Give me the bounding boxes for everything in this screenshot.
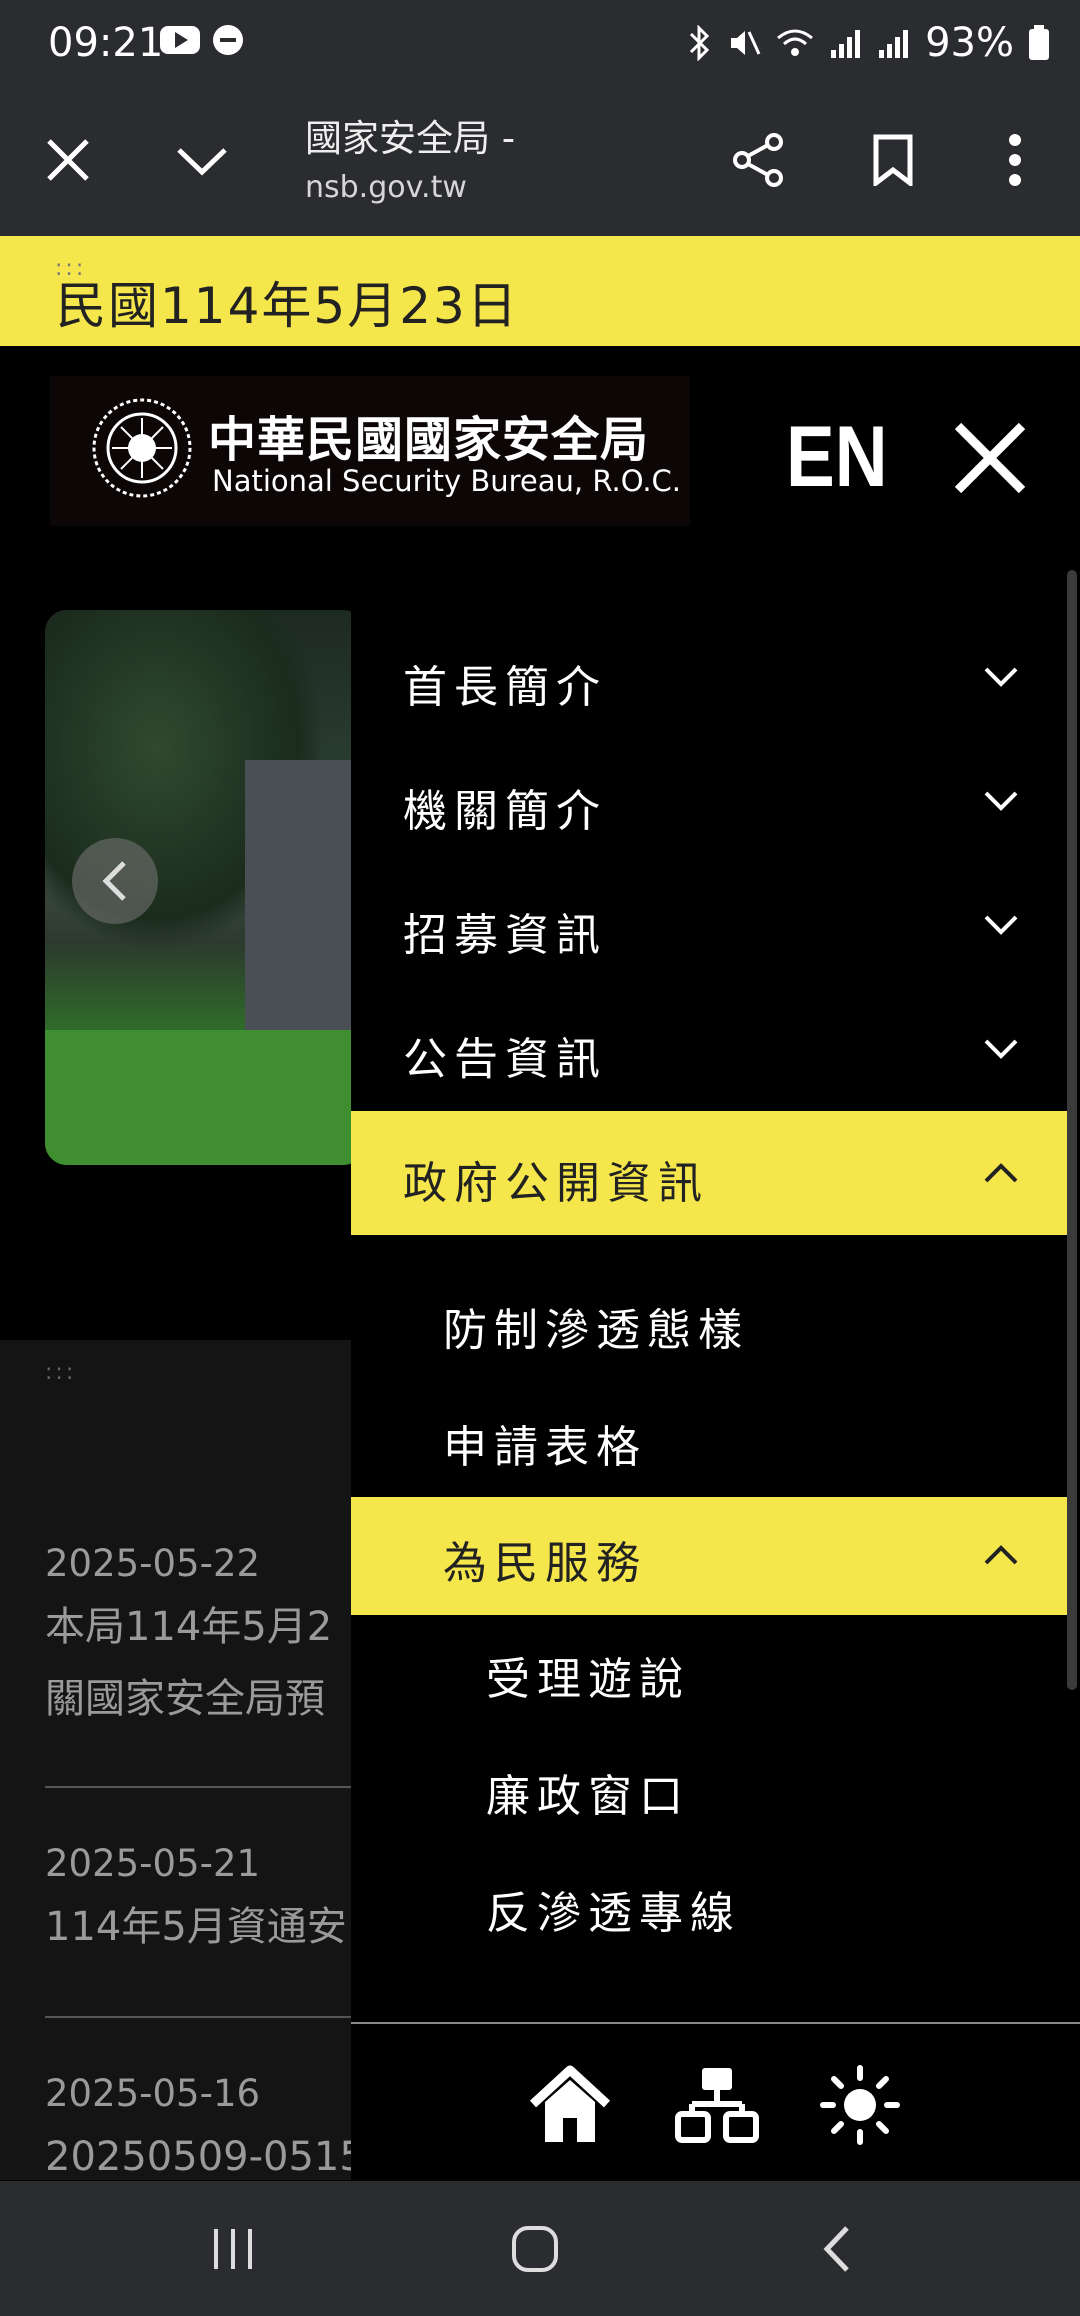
news-divider <box>45 2016 365 2018</box>
system-nav-bar <box>0 2181 1080 2316</box>
menu-item-open-government-info[interactable]: 政府公開資訊 <box>351 1111 1069 1235</box>
close-menu-button[interactable] <box>950 418 1030 498</box>
menu-item-label: 機關簡介 <box>403 786 607 837</box>
bookmark-button[interactable] <box>853 120 933 200</box>
menu-item-agency-intro[interactable]: 機關簡介 <box>351 739 1069 863</box>
drawer-footer-divider <box>351 2022 1080 2024</box>
back-icon <box>823 2225 849 2272</box>
close-icon <box>47 139 89 181</box>
submenu-item-public-services[interactable]: 為民服務 <box>351 1497 1069 1615</box>
close-tab-button[interactable] <box>28 120 108 200</box>
submenu-item-anti-infiltration-hotline[interactable]: 反滲透專線 <box>351 1847 1069 1965</box>
chevron-up-icon <box>984 1545 1018 1565</box>
submenu-item-label: 廉政窗口 <box>486 1771 690 1822</box>
hero-lawn <box>45 1030 365 1165</box>
current-date: 民國114年5月23日 <box>56 277 519 335</box>
more-options-button[interactable] <box>975 120 1055 200</box>
share-button[interactable] <box>718 120 798 200</box>
submenu-item-anti-infiltration-patterns[interactable]: 防制滲透態樣 <box>351 1264 1069 1382</box>
menu-item-announcements[interactable]: 公告資訊 <box>351 987 1069 1111</box>
menu-item-label: 政府公開資訊 <box>403 1158 709 1209</box>
logo-english-name: National Security Bureau, R.O.C. <box>212 464 682 498</box>
chevron-up-icon <box>984 1163 1018 1183</box>
submenu-item-integrity-window[interactable]: 廉政窗口 <box>351 1730 1069 1848</box>
share-icon <box>733 133 783 187</box>
menu-item-label: 公告資訊 <box>403 1034 607 1085</box>
signal-icon-2 <box>879 30 909 58</box>
menu-item-label: 首長簡介 <box>403 662 607 713</box>
dnd-icon <box>213 25 243 55</box>
page-url[interactable]: nsb.gov.tw <box>305 170 467 205</box>
recent-apps-icon <box>214 2228 252 2269</box>
status-icons: 93% <box>687 20 1050 66</box>
date-bar: ::: 民國114年5月23日 <box>0 236 1080 346</box>
menu-item-recruitment[interactable]: 招募資訊 <box>351 863 1069 987</box>
submenu-item-application-forms[interactable]: 申請表格 <box>351 1381 1069 1499</box>
hero-building <box>245 760 365 1060</box>
submenu-item-label: 受理遊說 <box>486 1654 690 1705</box>
more-vertical-icon <box>1009 134 1021 186</box>
battery-percent: 93% <box>925 20 1014 66</box>
logo-chinese-name: 中華民國國家安全局 <box>208 412 650 468</box>
submenu-item-label: 申請表格 <box>443 1422 647 1473</box>
submenu-item-label: 為民服務 <box>443 1538 647 1589</box>
browser-toolbar: 國家安全局 - nsb.gov.tw <box>0 90 1080 236</box>
emblem-icon <box>92 398 192 498</box>
status-time: 09:21 <box>48 20 164 66</box>
chevron-down-icon <box>984 791 1018 811</box>
menu-item-label: 招募資訊 <box>403 910 607 961</box>
home-icon[interactable] <box>525 2060 615 2150</box>
minimize-button[interactable] <box>162 120 242 200</box>
battery-icon <box>1029 25 1049 60</box>
site-logo[interactable]: 中華民國國家安全局 National Security Bureau, R.O.… <box>50 376 690 526</box>
youtube-icon <box>160 26 200 54</box>
navigation-drawer: 首長簡介 機關簡介 招募資訊 公告資訊 政府公開資訊 防制滲透態樣 申請表格 為… <box>351 566 1080 2181</box>
chevron-down-icon <box>177 148 227 176</box>
back-button[interactable] <box>792 2211 882 2286</box>
language-button[interactable]: EN <box>786 408 888 507</box>
mute-icon <box>731 31 761 55</box>
site-header: 中華民國國家安全局 National Security Bureau, R.O.… <box>0 346 1080 566</box>
submenu-item-label: 反滲透專線 <box>486 1888 741 1939</box>
theme-toggle-icon[interactable] <box>815 2060 905 2150</box>
accesskey-dots-news[interactable]: ::: <box>45 1360 76 1385</box>
carousel-prev-button[interactable] <box>72 838 158 924</box>
chevron-left-icon <box>102 861 126 901</box>
sitemap-icon[interactable] <box>672 2060 762 2150</box>
submenu-item-lobbying[interactable]: 受理遊說 <box>351 1613 1069 1731</box>
chevron-down-icon <box>984 1039 1018 1059</box>
bluetooth-icon <box>690 25 710 61</box>
bookmark-icon <box>873 134 913 186</box>
news-divider <box>45 1786 365 1788</box>
page-title: 國家安全局 - <box>305 117 516 160</box>
submenu-item-label: 防制滲透態樣 <box>443 1305 749 1356</box>
home-circle-icon <box>512 2225 558 2272</box>
chevron-down-icon <box>984 915 1018 935</box>
chevron-down-icon <box>984 667 1018 687</box>
home-button[interactable] <box>490 2211 580 2286</box>
wifi-icon <box>777 29 814 56</box>
recent-apps-button[interactable] <box>188 2211 278 2286</box>
status-bar: 09:21 93% <box>0 0 1080 90</box>
signal-icon <box>831 30 861 58</box>
drawer-scrollbar[interactable] <box>1067 570 1077 1690</box>
menu-item-director-intro[interactable]: 首長簡介 <box>351 615 1069 739</box>
